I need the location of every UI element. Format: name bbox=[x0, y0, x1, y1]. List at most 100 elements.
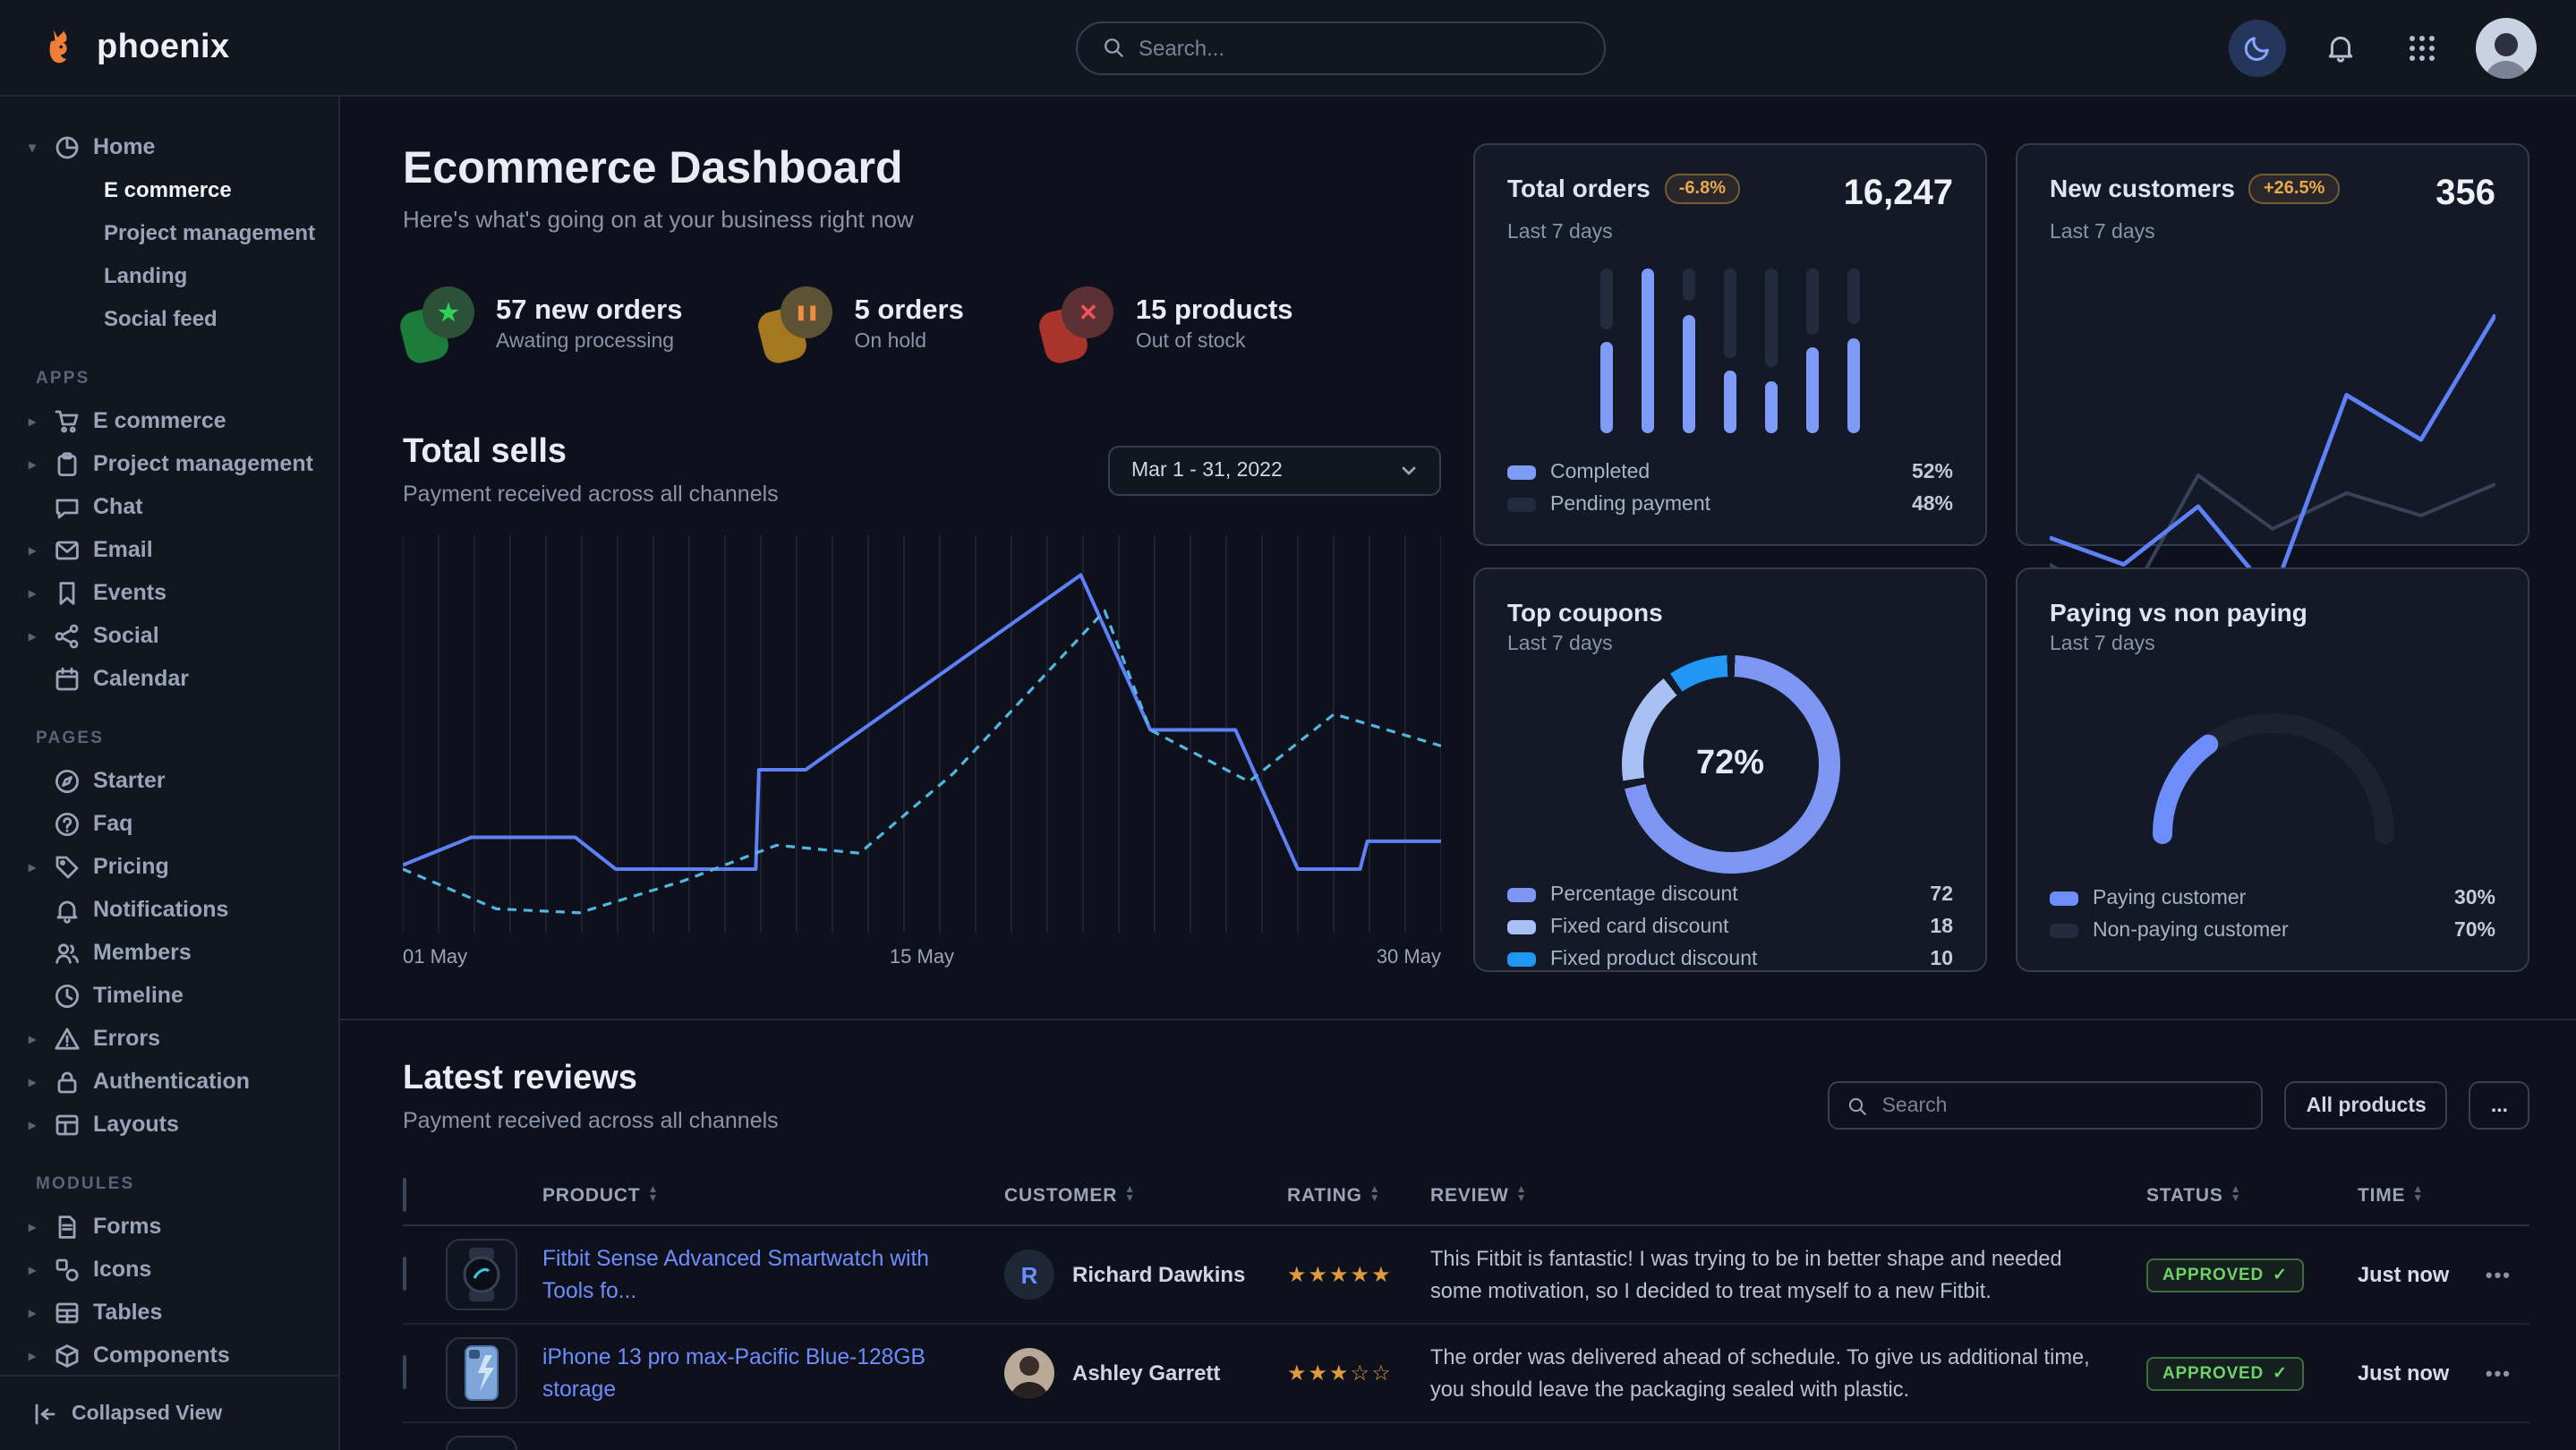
sidebar-item-label: Events bbox=[93, 580, 166, 605]
sidebar-item-components[interactable]: ▸Components bbox=[0, 1334, 338, 1375]
sidebar-item-home[interactable]: ▾Home bbox=[0, 125, 338, 168]
rating-stars: ★★★☆☆ bbox=[1287, 1360, 1393, 1386]
legend-percentage-discount: Percentage discount 72 bbox=[1507, 884, 1953, 906]
notifications-button[interactable] bbox=[2311, 19, 2368, 76]
row-actions-button[interactable]: ••• bbox=[2486, 1364, 2512, 1386]
row-checkbox[interactable] bbox=[403, 1257, 406, 1291]
reviews-search[interactable] bbox=[1829, 1081, 2264, 1130]
sidebar-item-forms[interactable]: ▸Forms bbox=[0, 1205, 338, 1248]
column-header-rating[interactable]: RATING ▲▼ bbox=[1287, 1184, 1430, 1206]
sidebar-item-icons[interactable]: ▸Icons bbox=[0, 1248, 338, 1291]
caret-icon: ▸ bbox=[25, 858, 39, 874]
sidebar-subitem-landing[interactable]: Landing bbox=[0, 254, 338, 297]
sidebar: ▾HomeE commerceProject managementLanding… bbox=[0, 97, 340, 1450]
column-header-status[interactable]: STATUS ▲▼ bbox=[2146, 1184, 2358, 1206]
total-sells-chart: 01 May15 May30 May bbox=[403, 535, 1441, 968]
chat-icon bbox=[52, 493, 81, 520]
legend-value: 18 bbox=[1930, 917, 1953, 938]
users-icon bbox=[52, 939, 81, 966]
sidebar-item-events[interactable]: ▸Events bbox=[0, 571, 338, 614]
collapse-sidebar-button[interactable]: Collapsed View bbox=[0, 1375, 338, 1450]
column-header-customer[interactable]: CUSTOMER ▲▼ bbox=[1004, 1184, 1136, 1206]
all-products-button[interactable]: All products bbox=[2285, 1081, 2448, 1130]
stat-awating-processing: ★ 57 new orders Awating processing bbox=[403, 286, 683, 362]
theme-toggle-button[interactable] bbox=[2229, 19, 2286, 76]
total-orders-bar-chart bbox=[1507, 243, 1953, 451]
review-time: Just now bbox=[2358, 1262, 2449, 1287]
sidebar-subitem-e-commerce[interactable]: E commerce bbox=[0, 168, 338, 211]
legend-label: Percentage discount bbox=[1550, 884, 1738, 906]
chevron-down-icon bbox=[1400, 461, 1418, 479]
sidebar-item-project-management[interactable]: ▸Project management bbox=[0, 442, 338, 485]
customer-name[interactable]: Richard Dawkins bbox=[1072, 1262, 1245, 1287]
apps-menu-button[interactable] bbox=[2393, 19, 2451, 76]
lock-icon bbox=[52, 1068, 81, 1095]
sidebar-item-starter[interactable]: Starter bbox=[0, 759, 338, 802]
reviews-more-button[interactable]: ... bbox=[2469, 1081, 2529, 1130]
reviews-table-header: PRODUCT ▲▼ CUSTOMER ▲▼ RATING ▲▼REVIEW ▲▼ S… bbox=[403, 1165, 2529, 1226]
top-coupons-title: Top coupons bbox=[1507, 598, 1663, 627]
legend-value: 52% bbox=[1912, 462, 1953, 483]
brand-logo[interactable]: phoenix bbox=[0, 26, 340, 69]
product-thumbnail[interactable] bbox=[446, 1436, 517, 1450]
sidebar-item-e-commerce[interactable]: ▸E commerce bbox=[0, 399, 338, 442]
sidebar-subitem-social-feed[interactable]: Social feed bbox=[0, 297, 338, 340]
new-customers-period: Last 7 days bbox=[2050, 222, 2495, 243]
review-text: The order was delivered ahead of schedul… bbox=[1430, 1343, 2090, 1402]
product-thumbnail[interactable] bbox=[446, 1239, 517, 1310]
sidebar-item-calendar[interactable]: Calendar bbox=[0, 657, 338, 700]
sidebar-item-social[interactable]: ▸Social bbox=[0, 614, 338, 657]
sidebar-item-pricing[interactable]: ▸Pricing bbox=[0, 845, 338, 888]
legend-label: Paying customer bbox=[2093, 888, 2246, 909]
legend-chip bbox=[1507, 888, 1536, 902]
search-icon bbox=[1848, 1095, 1868, 1116]
calendar-icon bbox=[52, 665, 81, 692]
sidebar-item-notifications[interactable]: Notifications bbox=[0, 888, 338, 931]
legend-label: Fixed card discount bbox=[1550, 917, 1728, 938]
row-checkbox[interactable] bbox=[403, 1355, 406, 1389]
product-link[interactable]: Fitbit Sense Advanced Smartwatch with To… bbox=[542, 1246, 929, 1303]
sort-icon: ▲▼ bbox=[2412, 1186, 2424, 1204]
sidebar-item-layouts[interactable]: ▸Layouts bbox=[0, 1103, 338, 1146]
sidebar-item-label: Layouts bbox=[93, 1112, 179, 1137]
tag-icon bbox=[52, 853, 81, 880]
column-header-product[interactable]: PRODUCT ▲▼ bbox=[542, 1184, 979, 1206]
select-all-checkbox[interactable] bbox=[403, 1177, 406, 1211]
status-badge: APPROVED ✓ bbox=[2146, 1357, 2304, 1391]
sidebar-item-faq[interactable]: Faq bbox=[0, 802, 338, 845]
sidebar-item-chat[interactable]: Chat bbox=[0, 485, 338, 528]
stat-out-of-stock: ✕ 15 products Out of stock bbox=[1043, 286, 1293, 362]
sidebar-item-timeline[interactable]: Timeline bbox=[0, 974, 338, 1017]
column-header-time[interactable]: TIME ▲▼ bbox=[2358, 1184, 2461, 1206]
sidebar-item-authentication[interactable]: ▸Authentication bbox=[0, 1060, 338, 1103]
reviews-subtitle: Payment received across all channels bbox=[403, 1108, 779, 1133]
caret-icon: ▸ bbox=[25, 1304, 39, 1320]
customer-name[interactable]: Ashley Garrett bbox=[1072, 1360, 1220, 1386]
user-avatar[interactable] bbox=[2476, 17, 2537, 78]
reviews-search-input[interactable] bbox=[1882, 1095, 2244, 1116]
sidebar-item-tables[interactable]: ▸Tables bbox=[0, 1291, 338, 1334]
stat-value: 5 orders bbox=[855, 295, 964, 328]
column-header-review[interactable]: REVIEW ▲▼ bbox=[1430, 1184, 2111, 1206]
app-window: phoenix bbox=[0, 0, 2576, 1450]
shapes-icon bbox=[52, 1256, 81, 1283]
sidebar-item-members[interactable]: Members bbox=[0, 931, 338, 974]
search-input[interactable] bbox=[1139, 35, 1579, 60]
total-orders-legend: Completed 52% Pending payment 48% bbox=[1507, 451, 1953, 516]
sort-icon: ▲▼ bbox=[1369, 1186, 1381, 1204]
product-link[interactable]: iPhone 13 pro max-Pacific Blue-128GB sto… bbox=[542, 1344, 925, 1402]
page-title: Ecommerce Dashboard bbox=[403, 143, 1441, 195]
product-thumbnail[interactable] bbox=[446, 1337, 517, 1409]
global-search[interactable] bbox=[1076, 21, 1606, 74]
total-sells-title: Total sells bbox=[403, 433, 779, 473]
box-icon bbox=[52, 1342, 81, 1369]
reviews-title: Latest reviews bbox=[403, 1060, 779, 1099]
status-badge: APPROVED ✓ bbox=[2146, 1258, 2304, 1292]
date-range-select[interactable]: Mar 1 - 31, 2022 bbox=[1108, 445, 1441, 495]
date-range-value: Mar 1 - 31, 2022 bbox=[1131, 459, 1283, 481]
sidebar-item-email[interactable]: ▸Email bbox=[0, 528, 338, 571]
row-actions-button[interactable]: ••• bbox=[2486, 1266, 2512, 1287]
sidebar-subitem-project-management[interactable]: Project management bbox=[0, 211, 338, 254]
sidebar-item-errors[interactable]: ▸Errors bbox=[0, 1017, 338, 1060]
grid-icon bbox=[2408, 33, 2436, 62]
